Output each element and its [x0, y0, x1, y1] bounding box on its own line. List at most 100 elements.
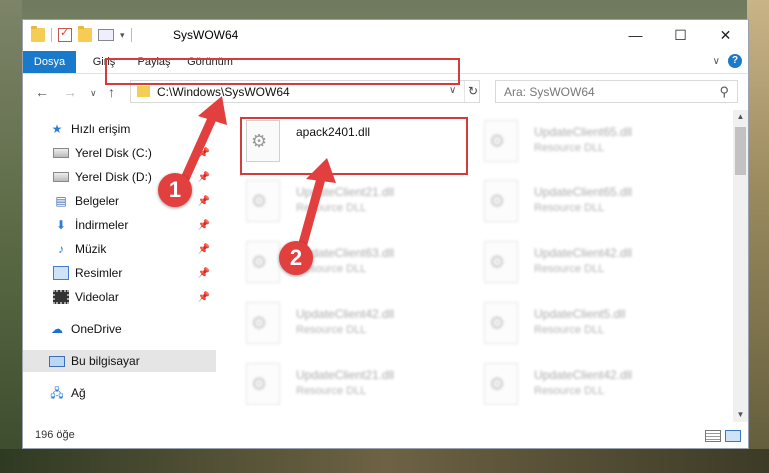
file-type: Resource DLL	[296, 385, 367, 397]
scroll-down-arrow-icon[interactable]: ▼	[733, 408, 748, 422]
step-1-badge: 1	[158, 173, 192, 207]
pin-icon: 📌	[197, 171, 210, 183]
file-type: Resource DLL	[296, 202, 367, 214]
drive-icon	[53, 172, 69, 182]
pin-icon: 📌	[197, 267, 210, 279]
file-item[interactable]: UpdateClient21.dll Resource DLL	[238, 174, 468, 232]
maximize-button[interactable]: ☐	[658, 20, 703, 50]
sidebar-item-label: Yerel Disk (D:)	[75, 170, 152, 184]
search-input[interactable]: Ara: SysWOW64 ⚲	[495, 80, 738, 103]
dll-file-icon	[246, 302, 280, 344]
file-item[interactable]: UpdateClient65.dll Resource DLL	[476, 174, 706, 232]
tiles-view-icon[interactable]	[725, 430, 741, 442]
search-icon[interactable]: ⚲	[719, 84, 729, 100]
pictures-icon	[53, 266, 69, 280]
pin-icon: 📌	[197, 243, 210, 255]
recent-locations-button[interactable]: ∨	[90, 88, 97, 99]
desktop-wallpaper-bottom	[0, 449, 769, 473]
tab-file[interactable]: Dosya	[23, 51, 76, 73]
sidebar-item-local-disk-c[interactable]: Yerel Disk (C:) 📌	[23, 142, 216, 164]
sidebar-item-label: İndirmeler	[75, 218, 129, 232]
toolbar-separator	[130, 28, 132, 42]
minimize-button[interactable]: —	[613, 20, 658, 50]
dll-file-icon	[484, 241, 518, 283]
close-button[interactable]: ✕	[703, 20, 748, 50]
pin-icon: 📌	[197, 147, 210, 159]
desktop-wallpaper-left	[0, 0, 22, 473]
file-name: UpdateClient42.dll	[534, 246, 633, 260]
expand-ribbon-icon[interactable]: ∨	[713, 56, 720, 67]
refresh-button[interactable]: ↻	[464, 81, 481, 102]
sidebar-item-label: Hızlı erişim	[71, 122, 131, 136]
status-bar: 196 öğe	[23, 424, 748, 448]
dll-file-icon	[484, 180, 518, 222]
customize-toolbar-icon[interactable]: ▾	[120, 30, 125, 41]
details-view-icon[interactable]	[705, 430, 721, 442]
pin-icon: 📌	[197, 219, 210, 231]
dll-file-icon	[484, 302, 518, 344]
sidebar-item-quick-access[interactable]: ★ Hızlı erişim	[23, 118, 216, 140]
window-title: SysWOW64	[173, 28, 239, 42]
toolbar-separator	[51, 28, 52, 42]
address-bar-highlight	[105, 58, 460, 85]
sidebar-item-label: Belgeler	[75, 194, 120, 208]
navigation-pane: ★ Hızlı erişim Yerel Disk (C:) 📌 Yerel D…	[23, 110, 216, 406]
file-name: UpdateClient42.dll	[534, 368, 633, 382]
sidebar-item-downloads[interactable]: ⬇ İndirmeler 📌	[23, 214, 216, 236]
file-name: UpdateClient42.dll	[296, 307, 395, 321]
sidebar-item-pictures[interactable]: Resimler 📌	[23, 262, 216, 284]
folder-icon	[137, 86, 150, 97]
star-icon: ★	[51, 122, 63, 136]
file-name: UpdateClient21.dll	[296, 368, 395, 382]
step-2-badge: 2	[279, 241, 313, 275]
file-type: Resource DLL	[534, 202, 605, 214]
downloads-icon: ⬇	[55, 218, 67, 232]
file-name: UpdateClient65.dll	[534, 185, 633, 199]
file-type: Resource DLL	[534, 324, 605, 336]
sidebar-item-label: Resimler	[75, 266, 123, 280]
forward-button[interactable]: →	[63, 84, 77, 100]
address-path[interactable]: C:\Windows\SysWOW64	[157, 85, 290, 99]
sidebar-item-videos[interactable]: Videolar 📌	[23, 286, 216, 308]
file-name: UpdateClient65.dll	[534, 125, 633, 139]
scroll-up-arrow-icon[interactable]: ▲	[733, 110, 748, 124]
file-item[interactable]: UpdateClient42.dll Resource DLL	[238, 296, 468, 354]
pin-icon: 📌	[197, 195, 210, 207]
address-dropdown-button[interactable]: ∨	[449, 85, 456, 96]
new-folder-icon[interactable]	[78, 26, 92, 42]
scrollbar-thumb[interactable]	[735, 127, 746, 175]
sidebar-item-label: Videolar	[75, 290, 119, 304]
file-item[interactable]: UpdateClient42.dll Resource DLL	[476, 357, 706, 406]
file-item[interactable]: UpdateClient65.dll Resource DLL	[476, 114, 706, 172]
file-item[interactable]: UpdateClient21.dll Resource DLL	[238, 357, 468, 406]
properties-icon[interactable]	[98, 29, 114, 41]
properties-check-icon[interactable]	[58, 26, 72, 42]
sidebar-item-label: Müzik	[75, 242, 107, 256]
up-button[interactable]: ↑	[108, 84, 115, 100]
dll-file-icon	[484, 363, 518, 405]
dll-file-icon	[246, 241, 280, 283]
sidebar-item-this-pc[interactable]: Bu bilgisayar	[23, 350, 216, 372]
vertical-scrollbar[interactable]: ▲ ▼	[733, 110, 748, 422]
sidebar-item-network[interactable]: 🖧 Ağ	[23, 382, 216, 404]
file-name: UpdateClient5.dll	[534, 307, 626, 321]
file-item[interactable]: UpdateClient63.dll Resource DLL	[238, 235, 468, 293]
sidebar-item-onedrive[interactable]: ☁ OneDrive	[23, 318, 216, 340]
sidebar-item-music[interactable]: ♪ Müzik 📌	[23, 238, 216, 260]
help-icon[interactable]: ?	[728, 54, 742, 68]
title-bar: ▾ SysWOW64 — ☐ ✕	[23, 20, 748, 51]
folder-icon	[31, 26, 45, 42]
item-count: 196 öğe	[35, 429, 75, 441]
music-icon: ♪	[58, 242, 64, 256]
file-item[interactable]: UpdateClient42.dll Resource DLL	[476, 235, 706, 293]
back-button[interactable]: ←	[35, 84, 49, 100]
sidebar-item-label: OneDrive	[71, 322, 122, 336]
onedrive-icon: ☁	[51, 322, 63, 336]
videos-icon	[53, 290, 69, 304]
file-type: Resource DLL	[534, 385, 605, 397]
computer-icon	[49, 355, 65, 367]
file-type: Resource DLL	[534, 263, 605, 275]
dll-file-icon	[246, 363, 280, 405]
dll-file-icon	[484, 120, 518, 162]
file-item[interactable]: UpdateClient5.dll Resource DLL	[476, 296, 706, 354]
